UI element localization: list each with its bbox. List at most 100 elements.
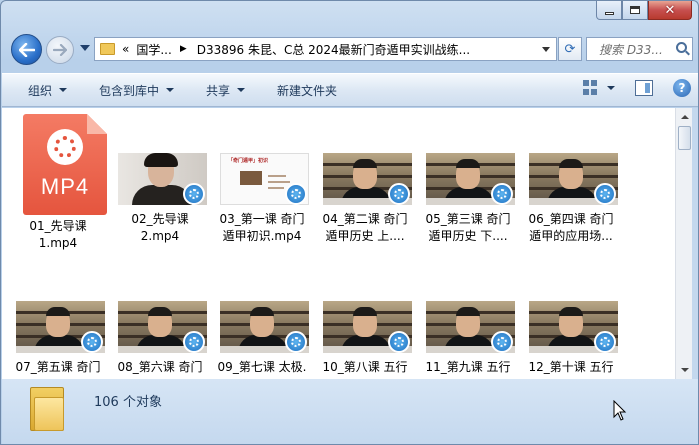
video-thumbnail: 「奇门遁甲」初识	[220, 153, 309, 205]
breadcrumb-separator-icon[interactable]: ▶	[180, 44, 187, 54]
slide-text-line	[268, 187, 284, 189]
file-name-line1: 05_第三课 奇门	[425, 212, 511, 226]
close-button[interactable]: ✕	[648, 1, 692, 20]
minimize-icon	[604, 11, 614, 15]
breadcrumb-overflow[interactable]: «	[122, 42, 129, 56]
video-player-badge-icon	[594, 331, 616, 353]
forward-button[interactable]	[46, 36, 74, 64]
window-frame	[692, 108, 698, 379]
view-options-icon[interactable]	[583, 80, 599, 96]
file-name-line1: 03_第一课 奇门	[219, 212, 305, 226]
presenter-hair	[148, 307, 172, 316]
mouse-cursor-icon	[613, 400, 627, 421]
file-name-line1: 12_第十课 五行	[528, 360, 614, 374]
view-dropdown-chevron-icon[interactable]	[607, 86, 615, 90]
video-player-badge-icon	[183, 183, 205, 205]
organize-menu[interactable]: 组织	[28, 82, 68, 99]
share-menu[interactable]: 共享	[206, 82, 246, 99]
recent-pages-dropdown[interactable]	[80, 45, 90, 51]
folder-icon	[30, 387, 64, 431]
film-reel-icon	[291, 189, 301, 199]
film-reel-icon	[497, 189, 507, 199]
file-name-line2: 遁甲历史 下....	[428, 229, 508, 243]
refresh-button[interactable]: ⟳	[558, 37, 582, 61]
search-placeholder[interactable]: 搜索 D33...	[599, 41, 663, 58]
video-player-badge-icon	[81, 331, 103, 353]
preview-pane-icon[interactable]	[635, 80, 653, 96]
presenter-hair	[353, 307, 377, 316]
video-player-badge-icon	[285, 331, 307, 353]
file-name-line2: 遁甲历史 上....	[325, 229, 405, 243]
file-name-line2: 遁甲初识.mp4	[222, 229, 302, 243]
film-reel-icon	[87, 337, 97, 347]
vertical-scrollbar[interactable]	[675, 108, 692, 379]
address-bar[interactable]: « 国学... ▶ D33896 朱昆、C总 2024最新门奇遁甲实训战练...	[94, 37, 557, 61]
close-icon: ✕	[664, 2, 676, 18]
navigation-bar: « 国学... ▶ D33896 朱昆、C总 2024最新门奇遁甲实训战练...…	[1, 31, 698, 69]
presenter-hair	[559, 307, 583, 316]
video-thumbnail	[323, 153, 412, 205]
scroll-up-icon	[680, 115, 689, 119]
presenter-hair	[456, 159, 480, 168]
breadcrumb-item-guoxue[interactable]: 国学...	[136, 41, 171, 58]
file-name-line1: 11_第九课 五行	[425, 360, 511, 374]
film-reel-icon	[394, 337, 404, 347]
presenter-hair	[456, 307, 480, 316]
maximize-icon	[630, 6, 640, 14]
scroll-up-button[interactable]	[677, 109, 692, 125]
file-name-line1: 04_第二课 奇门	[322, 212, 408, 226]
film-reel-icon	[394, 189, 404, 199]
share-label: 共享	[206, 83, 231, 98]
new-folder-label: 新建文件夹	[277, 83, 338, 98]
search-icon[interactable]	[676, 42, 687, 53]
include-in-library-menu[interactable]: 包含到库中	[99, 82, 175, 99]
video-player-badge-icon	[594, 183, 616, 205]
breadcrumb-item-current[interactable]: D33896 朱昆、C总 2024最新门奇遁甲实训战练...	[197, 41, 507, 58]
scrollbar-thumb[interactable]	[678, 126, 691, 150]
film-reel-icon	[600, 337, 610, 347]
scroll-down-button[interactable]	[677, 362, 692, 378]
minimize-button[interactable]	[596, 1, 622, 20]
refresh-icon: ⟳	[564, 41, 576, 57]
presenter-hair	[250, 307, 274, 316]
video-thumbnail	[118, 301, 207, 353]
file-name-line1: 07_第五课 奇门	[15, 360, 101, 374]
film-reel-icon	[189, 189, 199, 199]
video-player-badge-icon	[285, 183, 307, 205]
slide-image	[240, 171, 262, 185]
file-name-line2: 1.mp4	[38, 236, 78, 250]
film-reel-icon	[189, 337, 199, 347]
address-history-dropdown[interactable]	[542, 47, 550, 52]
file-name-line1: 10_第八课 五行	[322, 360, 408, 374]
video-player-badge-icon	[491, 183, 513, 205]
film-reel-icon	[47, 129, 83, 165]
help-icon[interactable]: ?	[673, 79, 691, 97]
slide-title: 「奇门遁甲」初识	[228, 158, 269, 164]
film-reel-icon	[291, 337, 301, 347]
slide-text-line	[268, 175, 286, 177]
toolbar-right: ?	[571, 79, 691, 97]
folder-icon	[100, 43, 115, 55]
file-name-line1: 01_先导课	[29, 219, 87, 233]
command-bar: 组织 包含到库中 共享 新建文件夹 ?	[2, 73, 698, 107]
video-thumbnail	[529, 153, 618, 205]
file-name-line2: 遁甲的应用场...	[529, 229, 613, 243]
maximize-button[interactable]	[622, 1, 648, 20]
slide-text-line	[268, 181, 290, 183]
mp4-format-label: MP4	[40, 174, 90, 199]
presenter-hair	[144, 153, 178, 167]
file-list-pane: MP4 01_先导课 1.mp4 02_先导课 2.mp4 「奇门遁甲」初识 03_第一课 …	[2, 108, 675, 379]
caption-buttons: ✕	[596, 1, 692, 20]
video-player-badge-icon	[388, 331, 410, 353]
forward-arrow-icon	[53, 44, 67, 56]
back-arrow-icon	[18, 42, 35, 57]
page-fold	[87, 114, 107, 134]
back-button[interactable]	[11, 34, 42, 65]
video-thumbnail	[426, 153, 515, 205]
new-folder-button[interactable]: 新建文件夹	[277, 82, 337, 99]
film-reel-icon	[497, 337, 507, 347]
mp4-file-icon: MP4	[23, 114, 107, 215]
video-thumbnail	[323, 301, 412, 353]
search-box[interactable]: 搜索 D33...	[586, 37, 693, 61]
video-player-badge-icon	[183, 331, 205, 353]
